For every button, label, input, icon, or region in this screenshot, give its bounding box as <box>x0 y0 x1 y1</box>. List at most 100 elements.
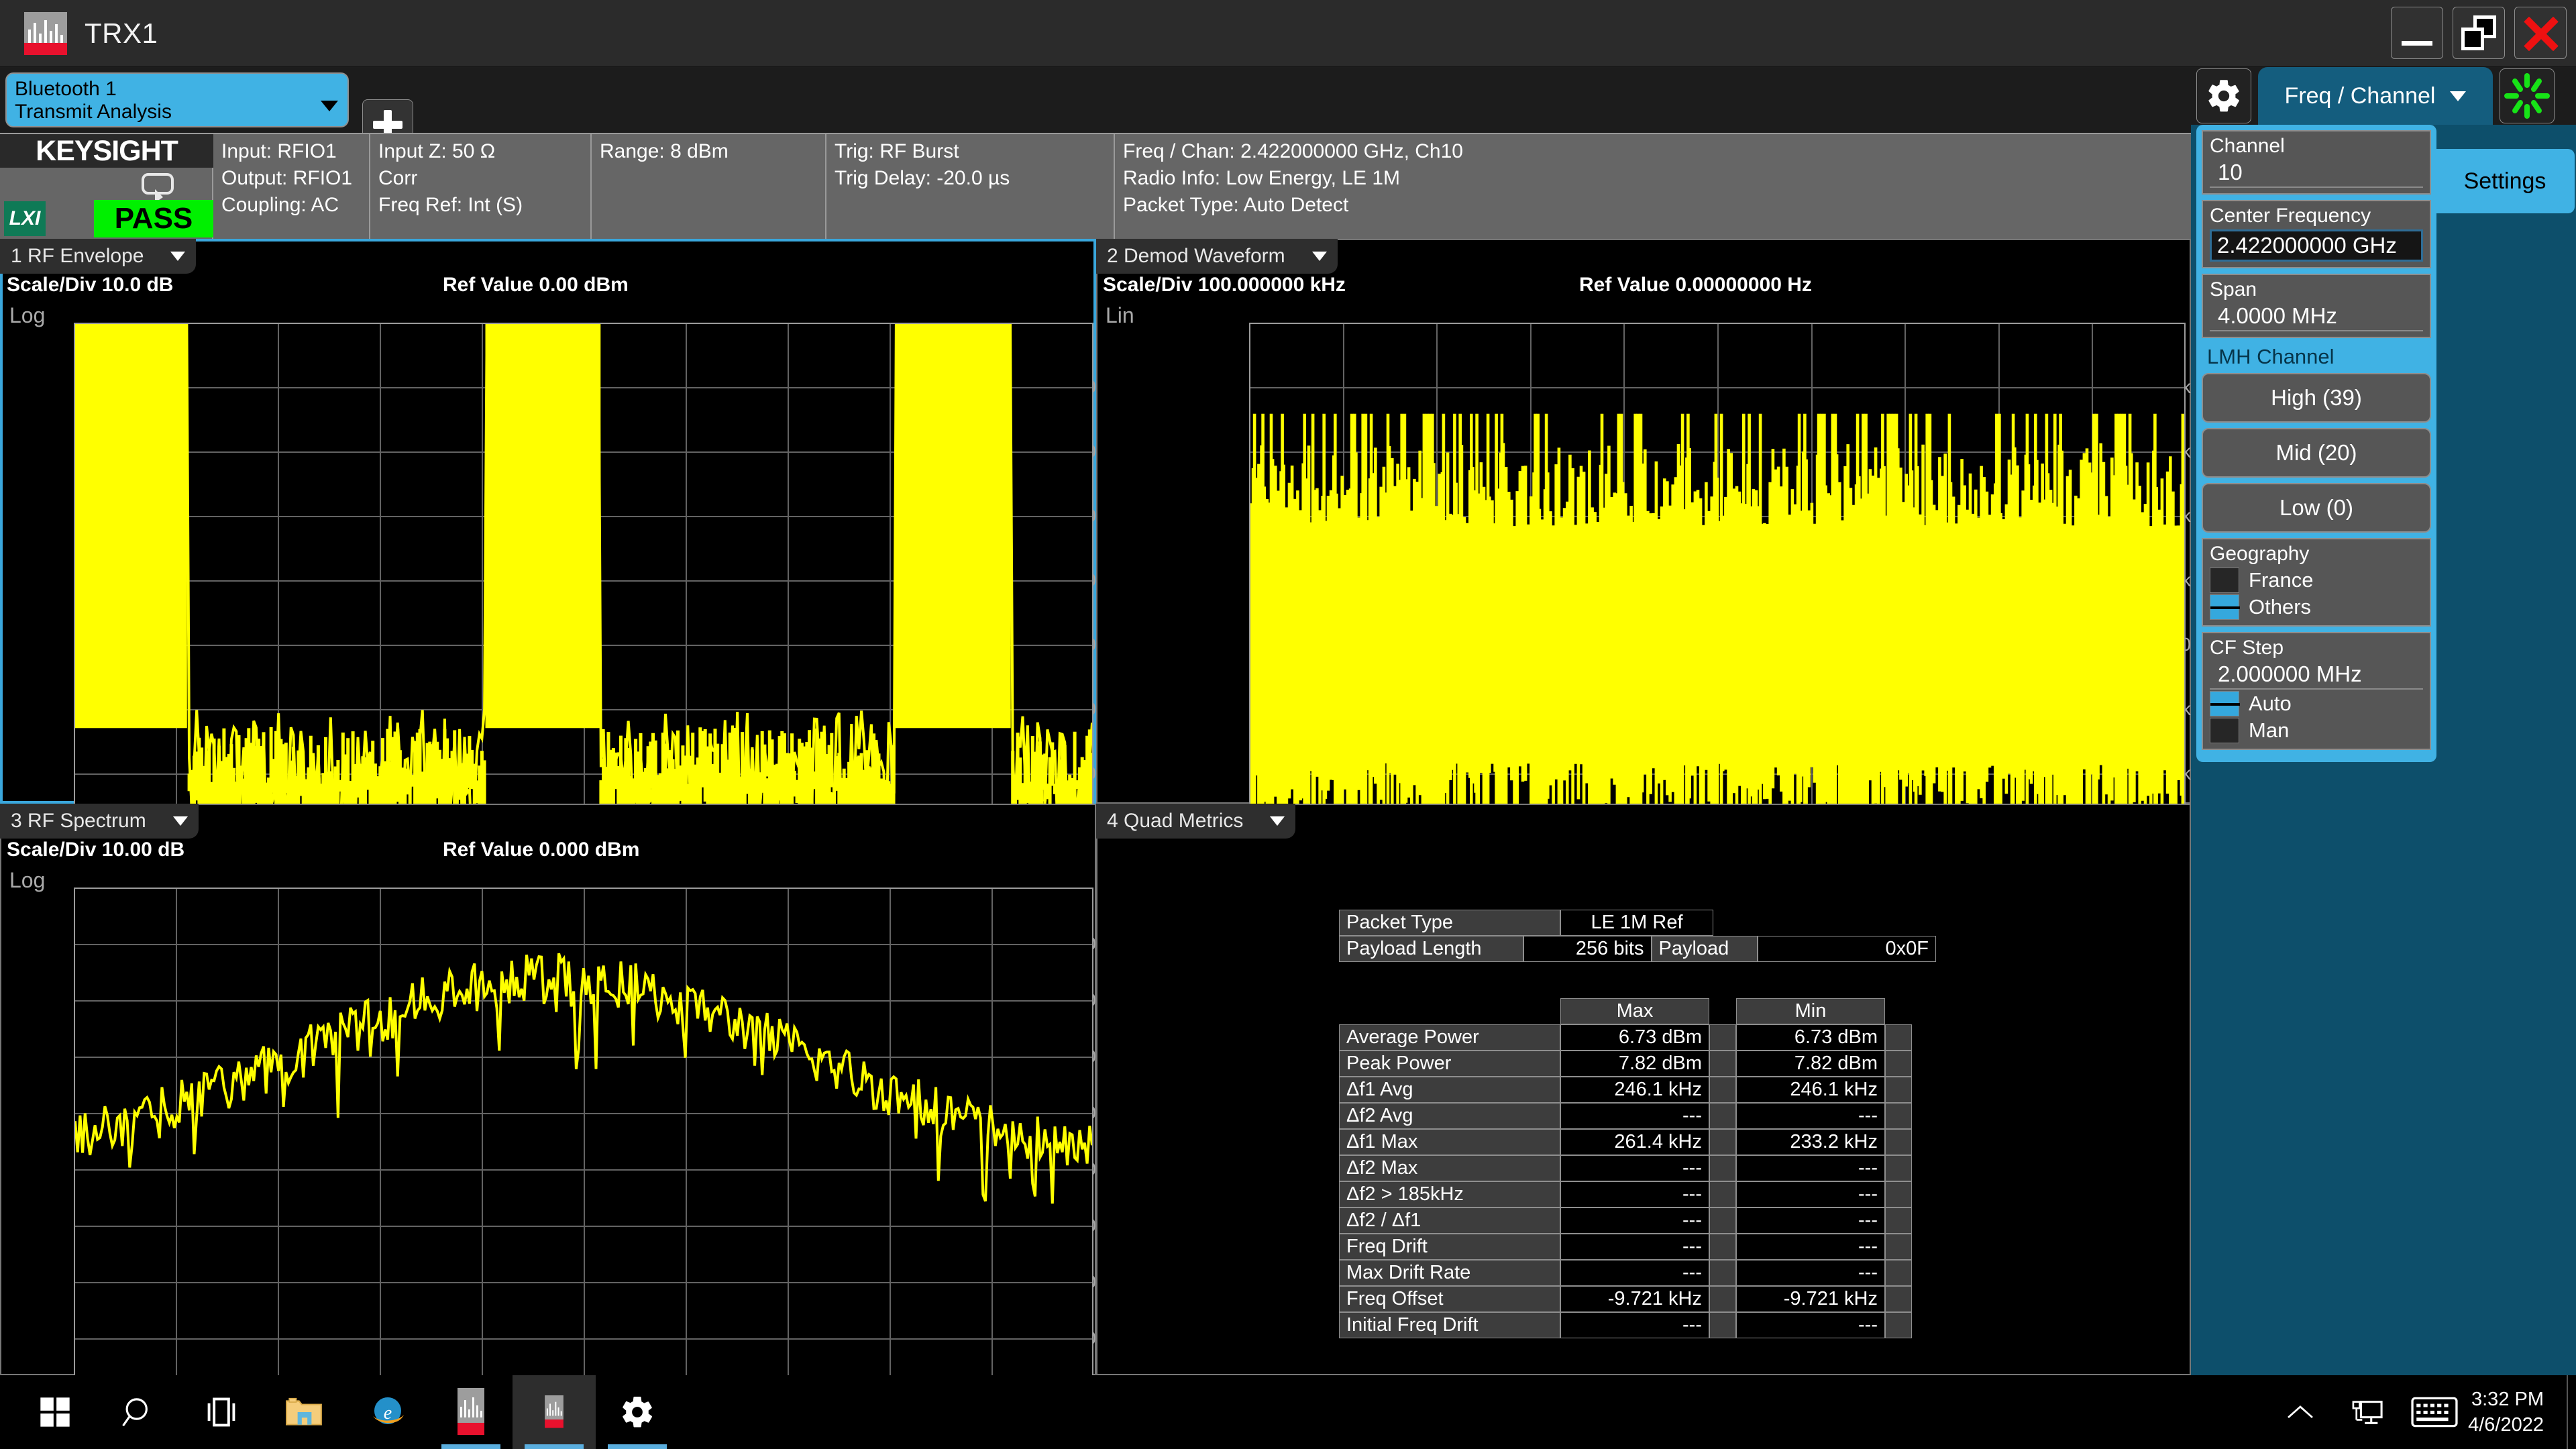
geography-field[interactable]: Geography France Others <box>2202 538 2431 627</box>
metric-min-limit-cell <box>1885 1286 1912 1312</box>
pane-tab-quad-metrics[interactable]: 4 Quad Metrics <box>1096 804 1295 839</box>
run-status-button[interactable] <box>2500 68 2555 123</box>
metric-max-limit-cell <box>1709 1181 1736 1208</box>
span-field[interactable]: Span 4.0000 MHz <box>2202 274 2431 338</box>
trace-rf-spectrum <box>75 889 1092 1449</box>
table-row: Initial Freq Drift------ <box>1339 1312 1912 1338</box>
info-cell-radio[interactable]: Freq / Chan: 2.422000000 GHz, Ch10 Radio… <box>1115 134 2191 239</box>
lmh-channel-label: LMH Channel <box>2202 343 2431 373</box>
column-header: Min <box>1736 998 1885 1024</box>
search-button[interactable] <box>97 1375 180 1449</box>
cf-step-field[interactable]: CF Step 2.000000 MHz Auto Man <box>2202 632 2431 750</box>
metric-max-value: -9.721 kHz <box>1560 1286 1709 1312</box>
show-desktop-button[interactable] <box>2567 1375 2576 1449</box>
info-cell-input[interactable]: Input: RFIO1 Output: RFIO1 Coupling: AC <box>213 134 370 239</box>
pane-rf-envelope[interactable]: 1 RF Envelope Scale/Div 10.0 dB Ref Valu… <box>0 239 1096 804</box>
metric-label: Peak Power <box>1339 1051 1560 1077</box>
clock-time: 3:32 PM <box>2468 1387 2544 1412</box>
info-cell-impedance[interactable]: Input Z: 50 Ω Corr Freq Ref: Int (S) <box>370 134 592 239</box>
metric-label: Δf2 > 185kHz <box>1339 1181 1560 1208</box>
metric-max-value: --- <box>1560 1208 1709 1234</box>
tab-settings[interactable]: Settings <box>2435 149 2575 213</box>
ie-button[interactable]: e <box>346 1375 429 1449</box>
lmh-high-button[interactable]: High (39) <box>2202 373 2431 423</box>
metric-max-value: 261.4 kHz <box>1560 1129 1709 1155</box>
lmh-mid-button[interactable]: Mid (20) <box>2202 428 2431 478</box>
taskbar-items: e <box>13 1375 679 1449</box>
cf-step-value[interactable]: 2.000000 MHz <box>2210 660 2423 690</box>
radio-off-icon <box>2210 568 2239 593</box>
file-explorer-button[interactable] <box>263 1375 346 1449</box>
title-bar: TRX1 <box>0 0 2576 67</box>
mode-selector[interactable]: Bluetooth 1 Transmit Analysis <box>5 72 349 127</box>
task-view-icon <box>204 1395 239 1430</box>
pane-tab-rf-envelope[interactable]: 1 RF Envelope <box>0 239 196 274</box>
metric-min-value: --- <box>1736 1260 1885 1286</box>
y-axis-unit: Lin <box>1106 303 1134 328</box>
column-header: Max <box>1560 998 1709 1024</box>
trigger-source: Trig: RF Burst <box>835 138 1107 165</box>
metric-min-value: --- <box>1736 1312 1885 1338</box>
correction-state: Corr <box>378 165 584 192</box>
pane-rf-spectrum[interactable]: 3 RF Spectrum Scale/Div 10.00 dB Ref Val… <box>0 804 1096 1375</box>
metric-max-value: --- <box>1560 1234 1709 1260</box>
info-cell-trigger[interactable]: Trig: RF Burst Trig Delay: -20.0 µs <box>826 134 1115 239</box>
clock[interactable]: 3:32 PM 4/6/2022 <box>2468 1387 2560 1438</box>
freq-reference: Freq Ref: Int (S) <box>378 192 584 219</box>
info-cell-range[interactable]: Range: 8 dBm <box>592 134 826 239</box>
trx-window-button[interactable] <box>513 1375 596 1449</box>
cf-step-man-option[interactable]: Man <box>2210 718 2423 743</box>
close-button[interactable] <box>2514 7 2567 59</box>
task-view-button[interactable] <box>180 1375 263 1449</box>
span-value[interactable]: 4.0000 MHz <box>2210 302 2423 331</box>
minimize-button[interactable] <box>2391 7 2443 59</box>
show-hidden-icons[interactable] <box>2267 1375 2334 1449</box>
pane-demod-waveform[interactable]: 2 Demod Waveform Scale/Div 100.000000 kH… <box>1096 239 2191 804</box>
radio-on-icon <box>2210 691 2239 716</box>
brand-cell: KEYSIGHT LXI PASS <box>0 134 213 239</box>
tab-freq-channel[interactable]: Freq / Channel <box>2258 67 2493 125</box>
packet-type-label: Packet Type <box>1339 910 1560 936</box>
table-row: Δf2 Max------ <box>1339 1155 1912 1181</box>
start-button[interactable] <box>13 1375 97 1449</box>
metric-min-limit-cell <box>1885 1051 1912 1077</box>
center-frequency-input[interactable]: 2.422000000 GHz <box>2210 229 2423 262</box>
touch-keyboard-icon[interactable] <box>2401 1375 2468 1449</box>
input-port: Input: RFIO1 <box>221 138 362 165</box>
restore-button[interactable] <box>2453 7 2505 59</box>
keysight-logo: KEYSIGHT <box>0 134 213 168</box>
y-axis-unit: Log <box>9 868 45 893</box>
metric-max-limit-cell <box>1709 1103 1736 1129</box>
payload-length-value: 256 bits <box>1523 936 1652 962</box>
pane-tab-demod-waveform[interactable]: 2 Demod Waveform <box>1096 239 1338 274</box>
metric-max-value: 246.1 kHz <box>1560 1077 1709 1103</box>
cf-step-auto-option[interactable]: Auto <box>2210 691 2423 716</box>
center-frequency-field[interactable]: Center Frequency 2.422000000 GHz <box>2202 200 2431 268</box>
utility-settings-button[interactable] <box>2196 68 2251 123</box>
metric-min-limit-cell <box>1885 1234 1912 1260</box>
settings-button[interactable] <box>596 1375 679 1449</box>
channel-value[interactable]: 10 <box>2210 158 2423 188</box>
geography-option-france[interactable]: France <box>2210 568 2423 593</box>
table-row: Δf2 / Δf1------ <box>1339 1208 1912 1234</box>
table-row: Δf1 Max261.4 kHz233.2 kHz <box>1339 1129 1912 1155</box>
pane-tab-rf-spectrum[interactable]: 3 RF Spectrum <box>0 804 199 839</box>
metric-max-value: --- <box>1560 1312 1709 1338</box>
metric-min-value: --- <box>1736 1208 1885 1234</box>
geography-option-others[interactable]: Others <box>2210 594 2423 620</box>
metric-min-limit-cell <box>1885 1024 1912 1051</box>
network-icon[interactable] <box>2334 1375 2401 1449</box>
metric-label: Δf2 Avg <box>1339 1103 1560 1129</box>
metric-max-value: --- <box>1560 1260 1709 1286</box>
radio-off-icon <box>2210 718 2239 743</box>
metric-min-limit-cell <box>1885 1103 1912 1129</box>
search-icon <box>120 1394 156 1430</box>
table-row: Freq Drift------ <box>1339 1234 1912 1260</box>
pane-quad-metrics[interactable]: 4 Quad Metrics Packet Type LE 1M Ref Pay… <box>1096 804 2191 1375</box>
y-scale-per-div: Scale/Div 10.00 dB <box>7 839 184 861</box>
trx-app-button[interactable] <box>429 1375 513 1449</box>
table-row: Peak Power7.82 dBm7.82 dBm <box>1339 1051 1912 1077</box>
freq-channel: Freq / Chan: 2.422000000 GHz, Ch10 <box>1123 138 2184 165</box>
lmh-low-button[interactable]: Low (0) <box>2202 483 2431 533</box>
channel-field[interactable]: Channel 10 <box>2202 130 2431 195</box>
